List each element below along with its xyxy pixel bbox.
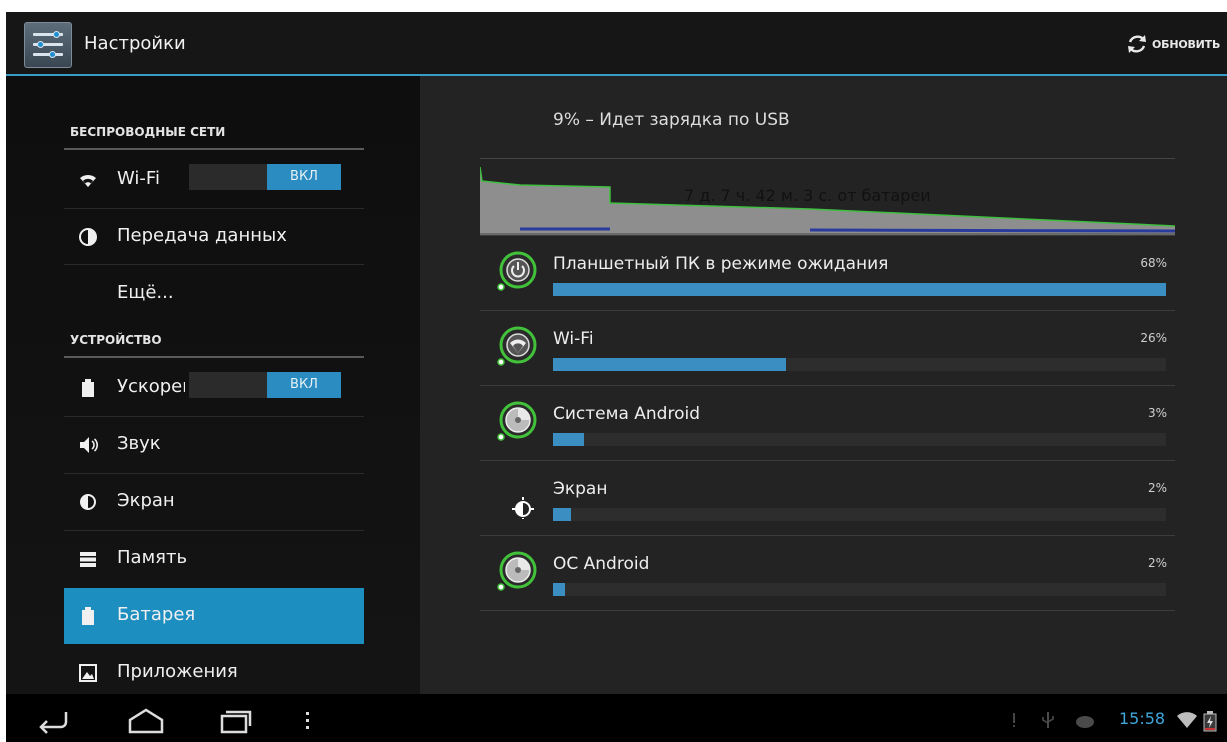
- action-bar: [6, 12, 1227, 74]
- usage-percent: 2%: [1147, 481, 1167, 495]
- wifi-toggle[interactable]: ВКЛ: [189, 164, 341, 190]
- sidebar-item-label: Передача данных: [117, 225, 287, 246]
- brightness-icon: [512, 497, 534, 519]
- usage-percent: 68%: [1140, 256, 1167, 270]
- settings-app-icon[interactable]: [24, 22, 72, 68]
- section-divider: [64, 148, 364, 150]
- row-divider: [480, 610, 1175, 611]
- battery-usage-row[interactable]: Планшетный ПК в режиме ожидания 68%: [480, 236, 1175, 310]
- sidebar-item-more[interactable]: Ещё...: [64, 266, 364, 322]
- wifi-signal-icon: [1177, 712, 1197, 728]
- usage-bar-fill: [553, 508, 572, 521]
- sidebar-item-label: Звук: [117, 433, 161, 454]
- sidebar-item-label: Батарея: [117, 604, 196, 625]
- wifi-icon: [497, 326, 537, 366]
- page-title: Настройки: [84, 33, 186, 54]
- usage-bar-fill: [553, 283, 1166, 296]
- app-name: ОС Android: [553, 554, 650, 574]
- usage-percent: 2%: [1147, 556, 1167, 570]
- battery-icon: [82, 607, 94, 625]
- usage-bar-fill: [553, 358, 786, 371]
- usage-bar-fill: [553, 433, 584, 446]
- usage-percent: 3%: [1147, 406, 1167, 420]
- battery-duration-label: 7 д. 7 ч. 42 м. 3 с. от батареи: [684, 186, 931, 205]
- refresh-button[interactable]: ОБНОВИТЬ: [1152, 38, 1220, 51]
- back-icon[interactable]: [36, 706, 76, 734]
- acceleration-toggle[interactable]: ВКЛ: [189, 372, 341, 398]
- battery-icon: [82, 379, 94, 397]
- usage-bar: [553, 508, 1166, 521]
- sidebar-item-storage[interactable]: Память: [64, 531, 364, 587]
- section-header-wireless: БЕСПРОВОДНЫЕ СЕТИ: [70, 125, 226, 139]
- sidebar-item-data-usage[interactable]: Передача данных: [64, 209, 364, 265]
- settings-screen: Настройки ОБНОВИТЬ БЕСПРОВОДНЫЕ СЕТИ Wi-…: [0, 0, 1227, 742]
- brightness-icon: [80, 494, 96, 510]
- usage-bar: [553, 283, 1166, 296]
- toggle-on-label: ВКЛ: [267, 164, 341, 190]
- speaker-icon: [80, 437, 98, 453]
- battery-usage-row[interactable]: Wi-Fi 26%: [480, 311, 1175, 385]
- battery-status: 9% – Идет зарядка по USB: [553, 110, 790, 130]
- app-name: Планшетный ПК в режиме ожидания: [553, 254, 889, 274]
- alert-icon: [1013, 713, 1015, 727]
- sidebar-item-label: Ещё...: [117, 282, 174, 303]
- sidebar-item-label: Экран: [117, 490, 175, 511]
- sidebar-item-label: Приложения: [117, 661, 238, 682]
- sidebar-item-display[interactable]: Экран: [64, 474, 364, 530]
- wifi-icon: [80, 174, 96, 187]
- battery-usage-row[interactable]: Экран 2%: [480, 461, 1175, 535]
- app-name: Экран: [553, 479, 608, 499]
- android-debug-icon: [1076, 716, 1094, 728]
- toggle-on-label: ВКЛ: [267, 372, 341, 398]
- android-system-icon: [497, 401, 537, 441]
- sidebar-item-battery[interactable]: Батарея: [64, 588, 364, 644]
- storage-icon: [80, 552, 96, 567]
- data-usage-icon: [79, 228, 97, 246]
- app-name: Wi-Fi: [553, 329, 594, 349]
- sidebar-item-label: Wi-Fi: [117, 168, 160, 189]
- sidebar-item-apps[interactable]: Приложения: [64, 645, 364, 694]
- clock: 15:58: [1119, 709, 1166, 728]
- usage-percent: 26%: [1140, 331, 1167, 345]
- section-header-device: УСТРОЙСТВО: [70, 333, 162, 347]
- sidebar-item-sound[interactable]: Звук: [64, 417, 364, 473]
- battery-usage-row[interactable]: ОС Android 2%: [480, 536, 1175, 610]
- usage-bar: [553, 433, 1166, 446]
- battery-charging-icon: [1203, 711, 1217, 732]
- usb-icon: [1042, 712, 1054, 728]
- apps-icon: [79, 664, 97, 682]
- app-name: Система Android: [553, 404, 700, 424]
- battery-usage-row[interactable]: Система Android 3%: [480, 386, 1175, 460]
- refresh-icon[interactable]: [1126, 33, 1148, 55]
- usage-bar: [553, 583, 1166, 596]
- power-icon: [497, 251, 537, 291]
- menu-icon[interactable]: [296, 706, 320, 734]
- sidebar-item-label: Ускорение: [117, 376, 185, 397]
- android-os-icon: [497, 551, 537, 591]
- usage-bar-fill: [553, 583, 566, 596]
- usage-bar: [553, 358, 1166, 371]
- sidebar-item-wifi[interactable]: Wi-Fi ВКЛ: [64, 152, 364, 208]
- sidebar-item-acceleration[interactable]: Ускорение ВКЛ: [64, 360, 364, 416]
- divider: [64, 264, 364, 265]
- recent-apps-icon[interactable]: [216, 706, 256, 734]
- section-divider: [64, 356, 364, 358]
- sidebar-item-label: Память: [117, 547, 188, 568]
- home-icon[interactable]: [126, 706, 166, 734]
